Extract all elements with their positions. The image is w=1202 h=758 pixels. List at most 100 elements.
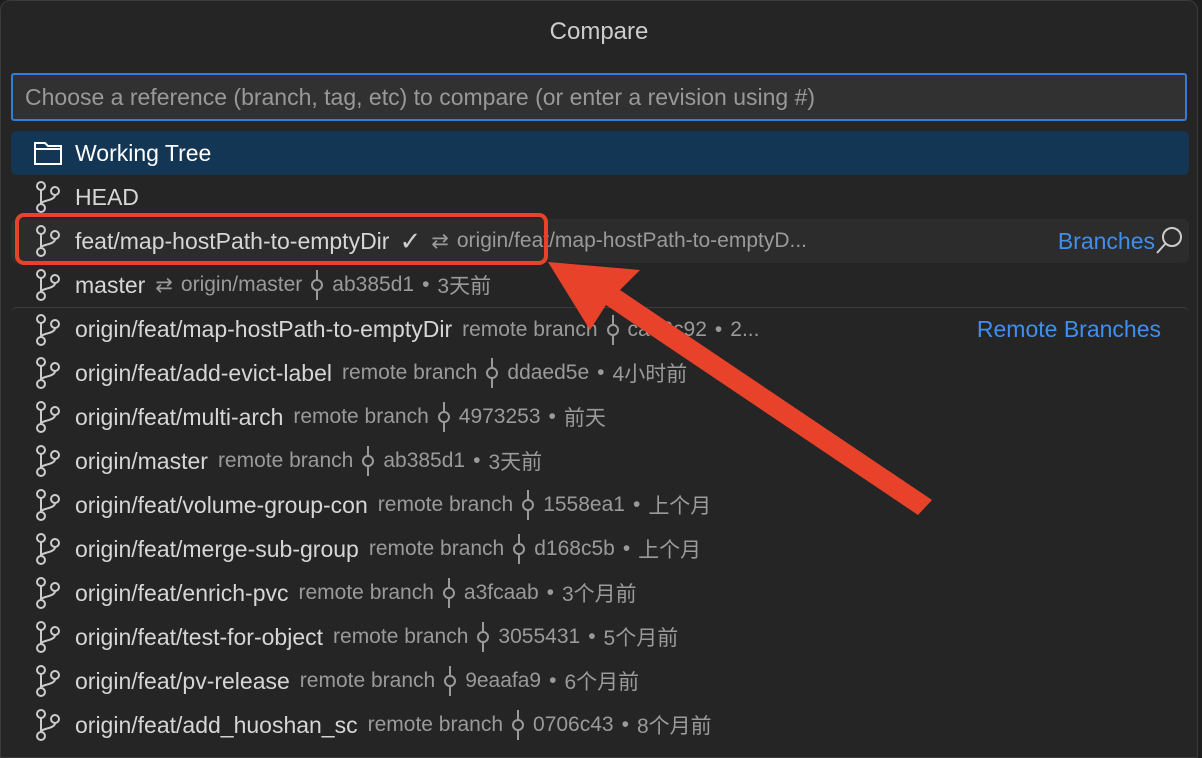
- branch-kind: remote branch: [298, 581, 434, 604]
- list-item[interactable]: origin/feat/add-evict-label remote branch…: [11, 351, 1189, 395]
- current-check-icon: ✓: [399, 225, 422, 256]
- commit-icon: [477, 622, 490, 652]
- item-description: remote branch a3fcaab • 3个月前: [299, 578, 637, 608]
- list-item[interactable]: origin/feat/map-hostPath-to-emptyDir remo…: [11, 307, 1189, 351]
- branch-kind: remote branch: [368, 537, 505, 560]
- commit-icon: [444, 666, 457, 696]
- list-item[interactable]: origin/feat/add_huoshan_sc remote branch 0…: [11, 703, 1189, 747]
- list-item[interactable]: origin/feat/pv-release remote branch 9eaaf…: [11, 659, 1189, 703]
- commit-date: 6个月前: [564, 671, 640, 694]
- item-description: remote branch ca76c92 • 2...: [462, 314, 760, 345]
- item-description: remote branch 9eaafa9 • 6个月前: [300, 666, 639, 696]
- item-name: master: [75, 271, 146, 298]
- branch-icon: [33, 400, 63, 434]
- commit-sha: a3fcaab: [463, 581, 539, 604]
- commit-icon: [522, 490, 535, 520]
- item-name: origin/feat/add_huoshan_sc: [75, 711, 358, 738]
- commit-date: 3天前: [437, 275, 492, 298]
- reference-input[interactable]: Choose a reference (branch, tag, etc) to…: [11, 73, 1187, 121]
- item-name: origin/master: [75, 447, 208, 474]
- branch-kind: remote branch: [377, 493, 514, 516]
- branch-icon: [33, 488, 63, 522]
- commit-date: 2...: [730, 317, 760, 341]
- item-description: remote branch 1558ea1 • 上个月: [377, 490, 712, 520]
- commit-icon: [362, 446, 375, 476]
- list-item[interactable]: master ⇄ origin/master ab385d1 • 3天前: [11, 263, 1189, 307]
- list-item[interactable]: origin/feat/volume-group-con remote branc…: [11, 483, 1189, 527]
- separator-dot: •: [632, 493, 641, 516]
- commit-date: 5个月前: [603, 627, 679, 650]
- item-description: remote branch d168c5b • 上个月: [369, 534, 701, 564]
- commit-sha: 4973253: [458, 405, 541, 428]
- commit-sha: d168c5b: [534, 537, 615, 560]
- commit-date: 上个月: [648, 495, 712, 518]
- branch-kind: remote branch: [293, 405, 429, 428]
- folder-icon: [33, 136, 63, 170]
- group-label-text: Remote Branches: [976, 316, 1161, 342]
- list-item[interactable]: HEAD: [11, 175, 1189, 219]
- branch-icon: [33, 664, 63, 698]
- search-icon[interactable]: [1153, 225, 1185, 257]
- quick-pick-title: Compare: [549, 18, 649, 45]
- item-name: origin/feat/test-for-object: [75, 623, 324, 650]
- list-item[interactable]: Working Tree: [11, 131, 1189, 175]
- branch-icon: [33, 180, 63, 214]
- commit-sha: 0706c43: [533, 713, 614, 736]
- commit-date: 前天: [563, 407, 606, 430]
- group-label-text: Branches: [1057, 227, 1155, 254]
- branch-kind: remote branch: [299, 669, 436, 692]
- commit-date: 3天前: [488, 451, 543, 474]
- list-item[interactable]: feat/map-hostPath-to-emptyDir ✓ ⇄ origin/fe…: [11, 219, 1189, 263]
- separator-dot: •: [473, 449, 481, 472]
- item-name: HEAD: [75, 183, 139, 210]
- commit-icon: [311, 270, 324, 300]
- item-description: remote branch 3055431 • 5个月前: [333, 622, 678, 652]
- sync-icon: ⇄: [155, 273, 173, 297]
- branch-icon: [33, 444, 63, 478]
- commit-icon: [442, 578, 455, 608]
- commit-date: 上个月: [638, 539, 702, 562]
- compare-quick-pick: Compare Choose a reference (branch, tag,…: [0, 0, 1198, 758]
- commit-icon: [512, 710, 525, 740]
- list-item[interactable]: origin/feat/test-for-object remote branch…: [11, 615, 1189, 659]
- upstream-name: origin/master: [180, 273, 303, 296]
- commit-sha: ab385d1: [332, 273, 415, 296]
- commit-date: 3个月前: [562, 583, 637, 606]
- item-name: Working Tree: [75, 139, 212, 166]
- separator-dot: •: [588, 625, 596, 648]
- separator-dot: •: [714, 317, 723, 341]
- commit-icon: [437, 402, 450, 432]
- branch-icon: [33, 313, 63, 347]
- commit-sha: 1558ea1: [543, 493, 625, 516]
- branch-kind: remote branch: [333, 625, 469, 648]
- branch-icon: [33, 708, 63, 742]
- item-description: remote branch ddaed5e • 4小时前: [342, 358, 687, 388]
- list-item[interactable]: origin/feat/merge-sub-group remote branch…: [11, 527, 1189, 571]
- list-item[interactable]: origin/master remote branch ab385d1 • 3天前: [11, 439, 1189, 483]
- branch-icon: [33, 224, 63, 258]
- commit-sha: ab385d1: [383, 449, 466, 472]
- group-label: Branches: [1058, 228, 1155, 255]
- branch-kind: remote branch: [341, 361, 478, 384]
- separator-dot: •: [621, 713, 629, 736]
- commit-date: 4小时前: [612, 363, 688, 386]
- commit-sha: 3055431: [498, 625, 581, 648]
- list-item[interactable]: origin/feat/enrich-pvc remote branch a3fca…: [11, 571, 1189, 615]
- separator-dot: •: [546, 581, 554, 604]
- commit-icon: [606, 314, 619, 345]
- separator-dot: •: [597, 361, 605, 384]
- commit-sha: 9eaafa9: [465, 669, 542, 692]
- item-description: ✓ ⇄ origin/feat/map-hostPath-to-emptyD...: [399, 226, 807, 257]
- separator-dot: •: [549, 669, 557, 692]
- item-name: origin/feat/pv-release: [75, 667, 290, 694]
- list-item[interactable]: origin/feat/multi-arch remote branch 49732…: [11, 395, 1189, 439]
- item-name: origin/feat/add-evict-label: [75, 359, 332, 386]
- branch-kind: remote branch: [462, 317, 598, 341]
- branch-icon: [33, 268, 63, 302]
- item-description: remote branch 0706c43 • 8个月前: [368, 710, 712, 740]
- item-description: remote branch 4973253 • 前天: [293, 402, 606, 432]
- item-name: origin/feat/merge-sub-group: [75, 535, 359, 562]
- item-name: origin/feat/volume-group-con: [75, 491, 368, 518]
- separator-dot: •: [622, 537, 631, 560]
- item-name: feat/map-hostPath-to-emptyDir: [75, 227, 390, 254]
